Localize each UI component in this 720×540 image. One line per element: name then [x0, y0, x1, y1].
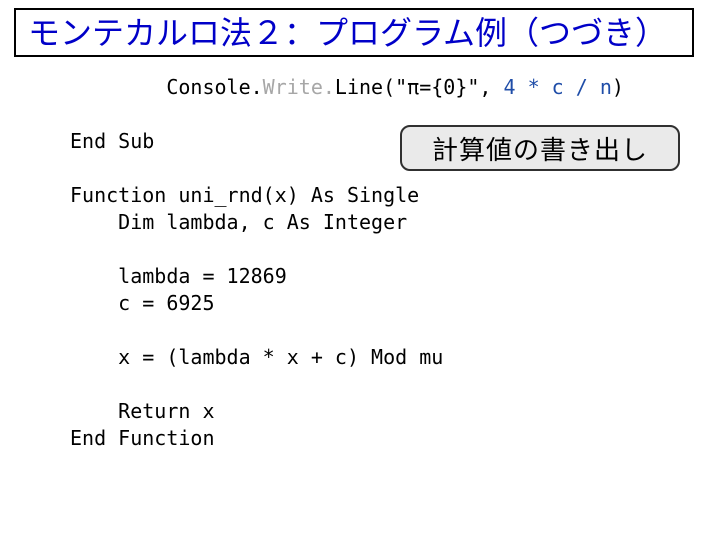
code-line-11: x = (lambda * x + c) Mod mu	[70, 345, 443, 369]
code-line-13: Return x	[70, 399, 215, 423]
callout-text: 計算値の書き出し	[432, 130, 648, 167]
code-line-8: lambda = 12869	[70, 264, 287, 288]
code-line-1e: )	[612, 75, 624, 99]
callout-box: 計算値の書き出し	[400, 125, 680, 171]
code-line-1d: 4 * c / n	[503, 75, 611, 99]
code-line-1c: Line("π={0}",	[335, 75, 504, 99]
code-line-9: c = 6925	[70, 291, 215, 315]
code-line-14: End Function	[70, 426, 215, 450]
code-line-6: Dim lambda, c As Integer	[70, 210, 407, 234]
code-line-3: End Sub	[70, 129, 154, 153]
code-line-1b: Write.	[263, 75, 335, 99]
code-line-1a: Console.	[70, 75, 263, 99]
title-box: モンテカルロ法２：プログラム例（つづき）	[14, 8, 694, 57]
code-line-5: Function uni_rnd(x) As Single	[70, 183, 419, 207]
slide-title: モンテカルロ法２：プログラム例（つづき）	[28, 16, 680, 51]
